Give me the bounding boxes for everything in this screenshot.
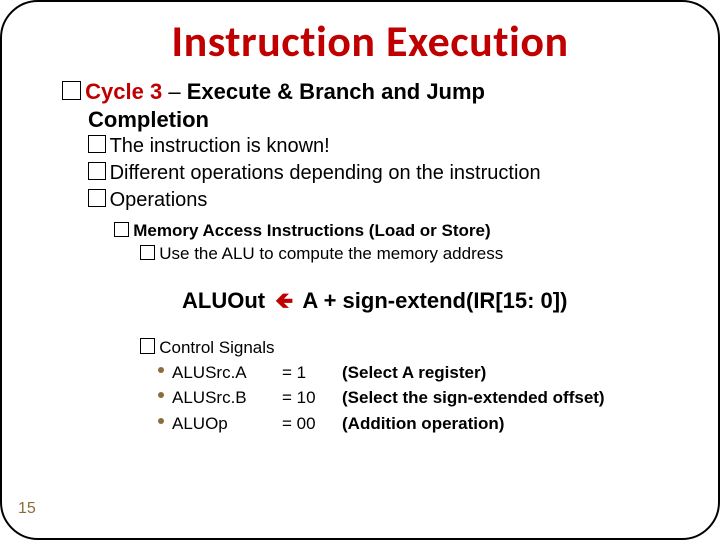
- signal-value: = 10: [282, 385, 342, 411]
- square-bullet-icon: [140, 338, 155, 353]
- dash: –: [162, 79, 186, 104]
- square-bullet-icon: [62, 81, 81, 100]
- control-signal-row: ALUSrc.A = 1 (Select A register): [158, 360, 678, 386]
- bullet-l2-a: The instruction is known!: [88, 133, 678, 160]
- signal-desc: (Select A register): [342, 360, 486, 386]
- signal-name: ALUOp: [172, 411, 282, 437]
- signal-value: = 1: [282, 360, 342, 386]
- l3-text: Memory Access Instructions (Load or Stor…: [133, 221, 490, 240]
- dot-bullet-icon: [158, 367, 164, 373]
- l1-rest: Execute & Branch and Jump: [187, 79, 485, 104]
- page-number: 15: [18, 500, 36, 518]
- signal-value: = 00: [282, 411, 342, 437]
- left-arrow-icon: 🡸: [271, 284, 297, 322]
- square-bullet-icon: [88, 135, 106, 153]
- control-signal-row: ALUOp = 00 (Addition operation): [158, 411, 678, 437]
- formula: ALUOut 🡸 A + sign-extend(IR[15: 0]): [182, 284, 678, 322]
- signal-name: ALUSrc.A: [172, 360, 282, 386]
- bullet-l3: Memory Access Instructions (Load or Stor…: [114, 220, 678, 243]
- control-signal-row: ALUSrc.B = 10 (Select the sign-extended …: [158, 385, 678, 411]
- square-bullet-icon: [88, 162, 106, 180]
- formula-rhs: A + sign-extend(IR[15: 0]): [302, 288, 567, 313]
- signal-name: ALUSrc.B: [172, 385, 282, 411]
- dot-bullet-icon: [158, 418, 164, 424]
- bullet-l4: Use the ALU to compute the memory addres…: [140, 243, 678, 266]
- bullet-l2-b: Different operations depending on the in…: [88, 160, 678, 187]
- slide: Instruction Execution Cycle 3 – Execute …: [0, 0, 720, 540]
- dot-bullet-icon: [158, 392, 164, 398]
- bullet-l1: Cycle 3 – Execute & Branch and Jump: [62, 78, 678, 106]
- slide-title: Instruction Execution: [62, 14, 678, 68]
- cycle-label: Cycle 3: [85, 79, 162, 104]
- l2-text: Different operations depending on the in…: [110, 162, 541, 184]
- control-signals-head: Control Signals: [140, 336, 678, 360]
- l2-text: The instruction is known!: [110, 135, 330, 157]
- l4-text: Use the ALU to compute the memory addres…: [159, 244, 503, 263]
- signal-desc: (Addition operation): [342, 411, 504, 437]
- square-bullet-icon: [88, 189, 106, 207]
- signal-desc: (Select the sign-extended offset): [342, 385, 605, 411]
- bullet-l1-cont: Completion: [88, 106, 678, 134]
- square-bullet-icon: [114, 222, 129, 237]
- bullet-l2-c: Operations: [88, 187, 678, 214]
- square-bullet-icon: [140, 245, 155, 260]
- l2-text: Operations: [110, 189, 208, 211]
- ctrl-head-text: Control Signals: [159, 338, 274, 357]
- formula-lhs: ALUOut: [182, 288, 265, 313]
